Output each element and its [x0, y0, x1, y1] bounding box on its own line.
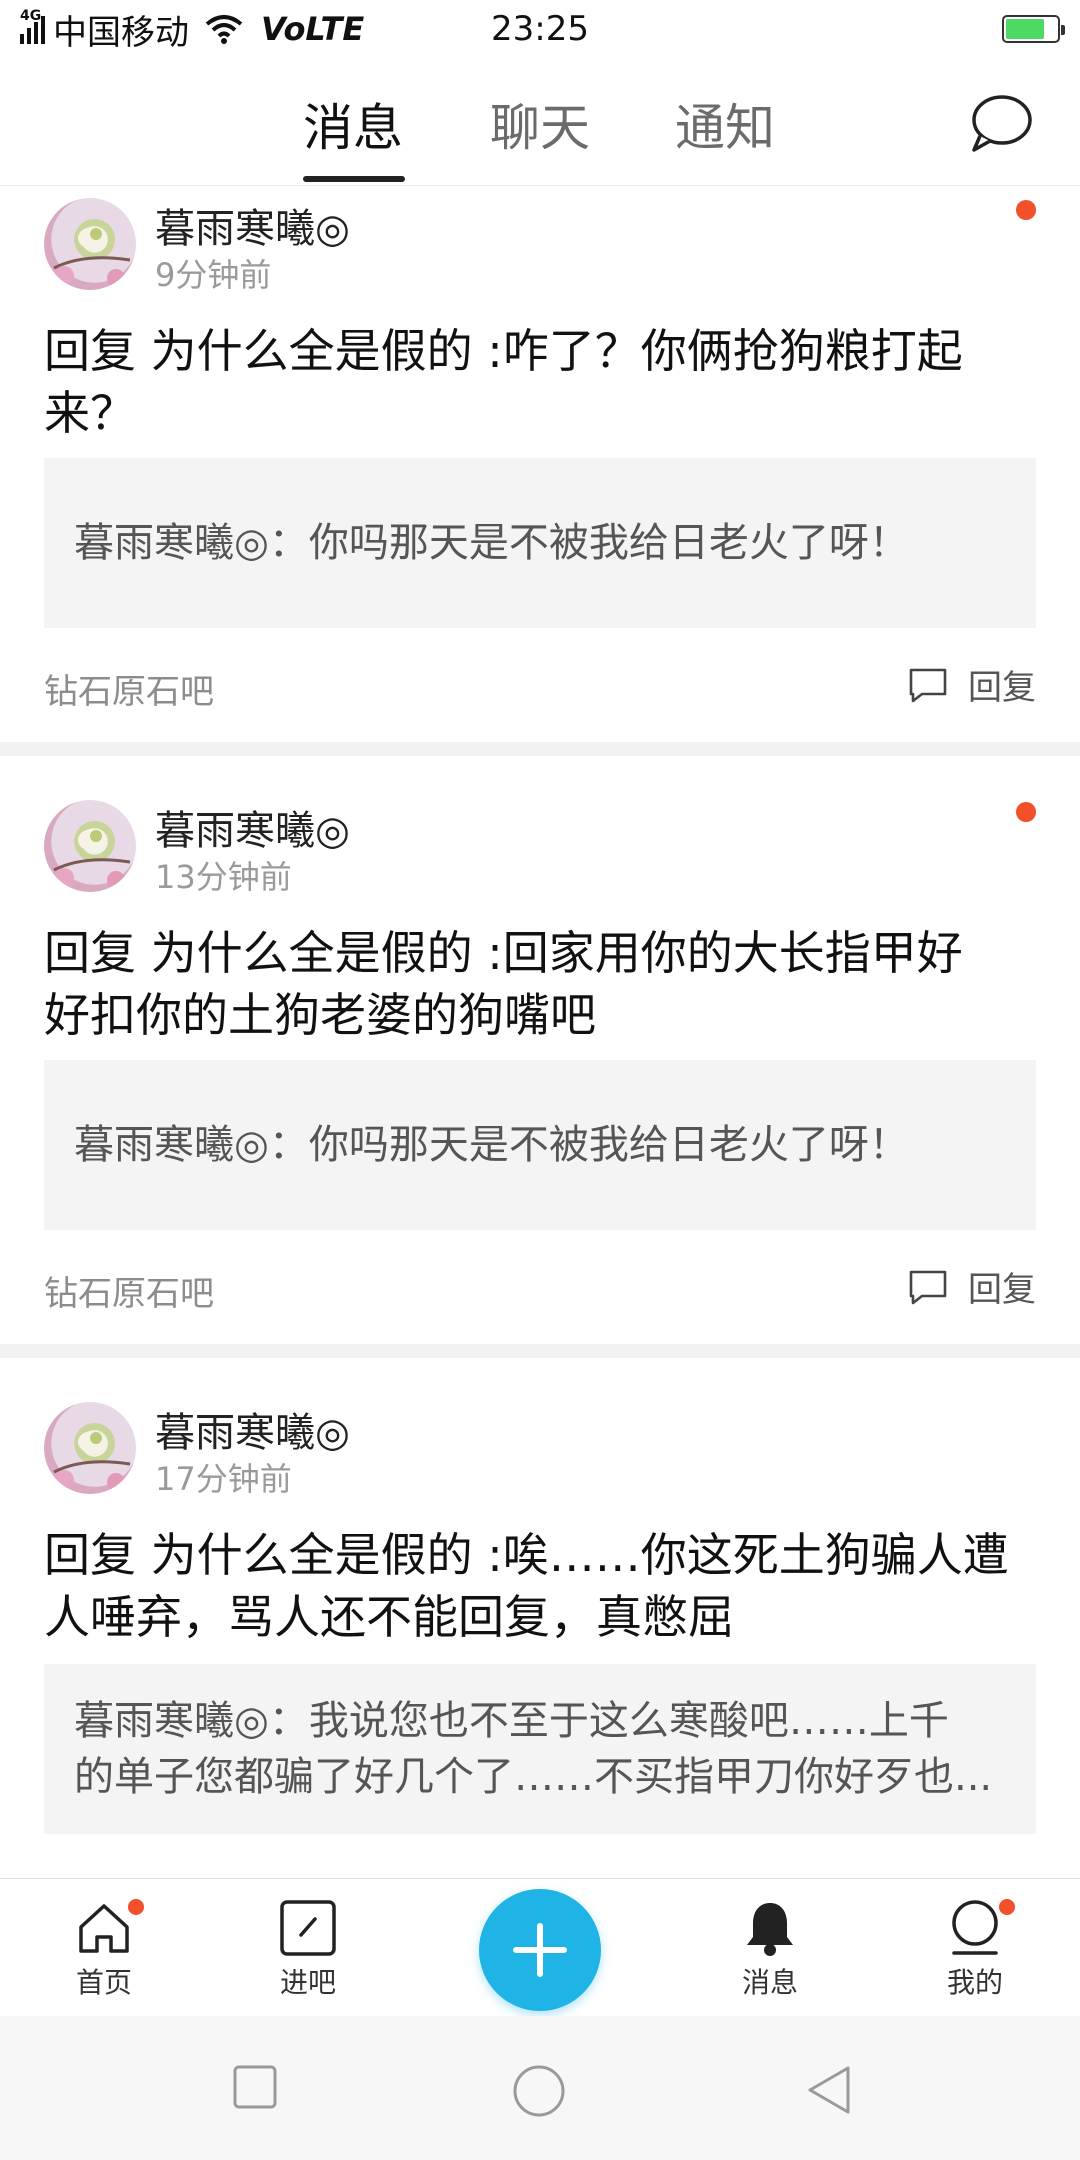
reply-button[interactable]: 回复	[908, 660, 1036, 709]
tab-notifications[interactable]: 通知	[675, 88, 775, 160]
tab-chat[interactable]: 聊天	[490, 88, 590, 160]
status-left: 4G 中国移动 VoLTE	[20, 5, 364, 54]
avatar[interactable]	[44, 1402, 136, 1494]
avatar[interactable]	[44, 198, 136, 290]
tab-messages[interactable]: 消息	[303, 88, 403, 160]
status-time: 23:25	[491, 9, 589, 49]
bottom-nav: 首页 进吧 消息 我的	[0, 1878, 1080, 2016]
back-triangle-icon[interactable]	[804, 2064, 852, 2116]
quoted-comment[interactable]: 暮雨寒曦◎：你吗那天是不被我给日老火了呀！	[44, 458, 1036, 628]
quote-line: 暮雨寒曦◎：你吗那天是不被我给日老火了呀！	[74, 520, 909, 566]
battery-icon	[1002, 15, 1065, 43]
comment-icon	[909, 668, 947, 702]
nav-badge-dot	[126, 1897, 146, 1917]
message-time: 17分钟前	[155, 1460, 292, 1498]
status-bar: 4G 中国移动 VoLTE 23:25	[0, 0, 1080, 58]
reply-label: 回复	[968, 668, 1036, 708]
reply-label: 回复	[968, 1270, 1036, 1310]
new-post-button[interactable]	[479, 1889, 601, 2011]
nav-messages[interactable]: 消息	[710, 1897, 830, 2001]
nav-badge-dot	[997, 1897, 1017, 1917]
quoted-comment[interactable]: 暮雨寒曦◎：我说您也不至于这么寒酸吧……上千 的单子您都骗了好几个了……不买指甲…	[44, 1664, 1036, 1834]
message-time: 13分钟前	[155, 858, 292, 896]
forum-name[interactable]: 钻石原石吧	[44, 664, 214, 713]
nav-home[interactable]: 首页	[44, 1897, 164, 2001]
plus-icon	[513, 1923, 567, 1977]
quote-line: 的单子您都骗了好几个了……不买指甲刀你好歹也...	[74, 1754, 993, 1800]
reply-line: 好扣你的土狗老婆的狗嘴吧	[44, 988, 596, 1042]
username[interactable]: 暮雨寒曦◎	[155, 798, 350, 856]
reply-line: 来？	[44, 386, 136, 440]
quoted-comment[interactable]: 暮雨寒曦◎：你吗那天是不被我给日老火了呀！	[44, 1060, 1036, 1230]
carrier-name: 中国移动	[53, 12, 189, 53]
reply-line: 回复 为什么全是假的 :唉……你这死土狗骗人遭	[44, 1528, 1009, 1582]
nav-label: 我的	[946, 1966, 1003, 1999]
forum-name[interactable]: 钻石原石吧	[44, 1266, 214, 1315]
card-divider	[0, 742, 1080, 756]
wifi-icon	[205, 15, 243, 44]
reply-content[interactable]: 回复 为什么全是假的 :回家用你的大长指甲好 好扣你的土狗老婆的狗嘴吧	[44, 922, 1034, 1046]
reply-content[interactable]: 回复 为什么全是假的 :咋了？你俩抢狗粮打起 来？	[44, 320, 1034, 444]
username[interactable]: 暮雨寒曦◎	[155, 196, 350, 254]
quote-line: 暮雨寒曦◎：你吗那天是不被我给日老火了呀！	[74, 1122, 909, 1168]
top-tabs: 消息 聊天 通知	[0, 58, 1080, 186]
unread-dot	[1016, 802, 1036, 822]
reply-line: 回复 为什么全是假的 :咋了？你俩抢狗粮打起	[44, 324, 963, 378]
comment-icon	[909, 1270, 947, 1304]
chat-bubble-icon[interactable]	[966, 88, 1036, 158]
recents-square-icon[interactable]	[232, 2064, 278, 2110]
signal-icon: 4G	[20, 8, 45, 44]
username[interactable]: 暮雨寒曦◎	[155, 1400, 350, 1458]
volte-label: VoLTE	[261, 10, 365, 48]
quote-line: 暮雨寒曦◎：我说您也不至于这么寒酸吧……上千	[74, 1698, 949, 1744]
nav-label: 进吧	[279, 1966, 336, 1999]
reply-content[interactable]: 回复 为什么全是假的 :唉……你这死土狗骗人遭 人唾弃，骂人还不能回复，真憋屈	[44, 1524, 1034, 1648]
unread-dot	[1016, 200, 1036, 220]
active-tab-indicator	[303, 176, 405, 182]
nav-profile[interactable]: 我的	[915, 1897, 1035, 2001]
reply-line: 回复 为什么全是假的 :回家用你的大长指甲好	[44, 926, 963, 980]
reply-line: 人唾弃，骂人还不能回复，真憋屈	[44, 1590, 734, 1644]
message-time: 9分钟前	[155, 256, 272, 294]
nav-label: 消息	[741, 1966, 798, 1999]
nav-enter-forum[interactable]: 进吧	[248, 1897, 368, 2001]
reply-button[interactable]: 回复	[908, 1262, 1036, 1311]
system-nav-bar	[0, 2016, 1080, 2160]
avatar[interactable]	[44, 800, 136, 892]
network-type: 4G	[20, 8, 42, 24]
battery-fill	[1006, 19, 1044, 39]
bell-icon	[747, 1903, 793, 1956]
enter-forum-icon	[280, 1900, 336, 1956]
card-divider	[0, 1344, 1080, 1358]
home-circle-icon[interactable]	[512, 2064, 566, 2118]
nav-label: 首页	[75, 1966, 132, 1999]
